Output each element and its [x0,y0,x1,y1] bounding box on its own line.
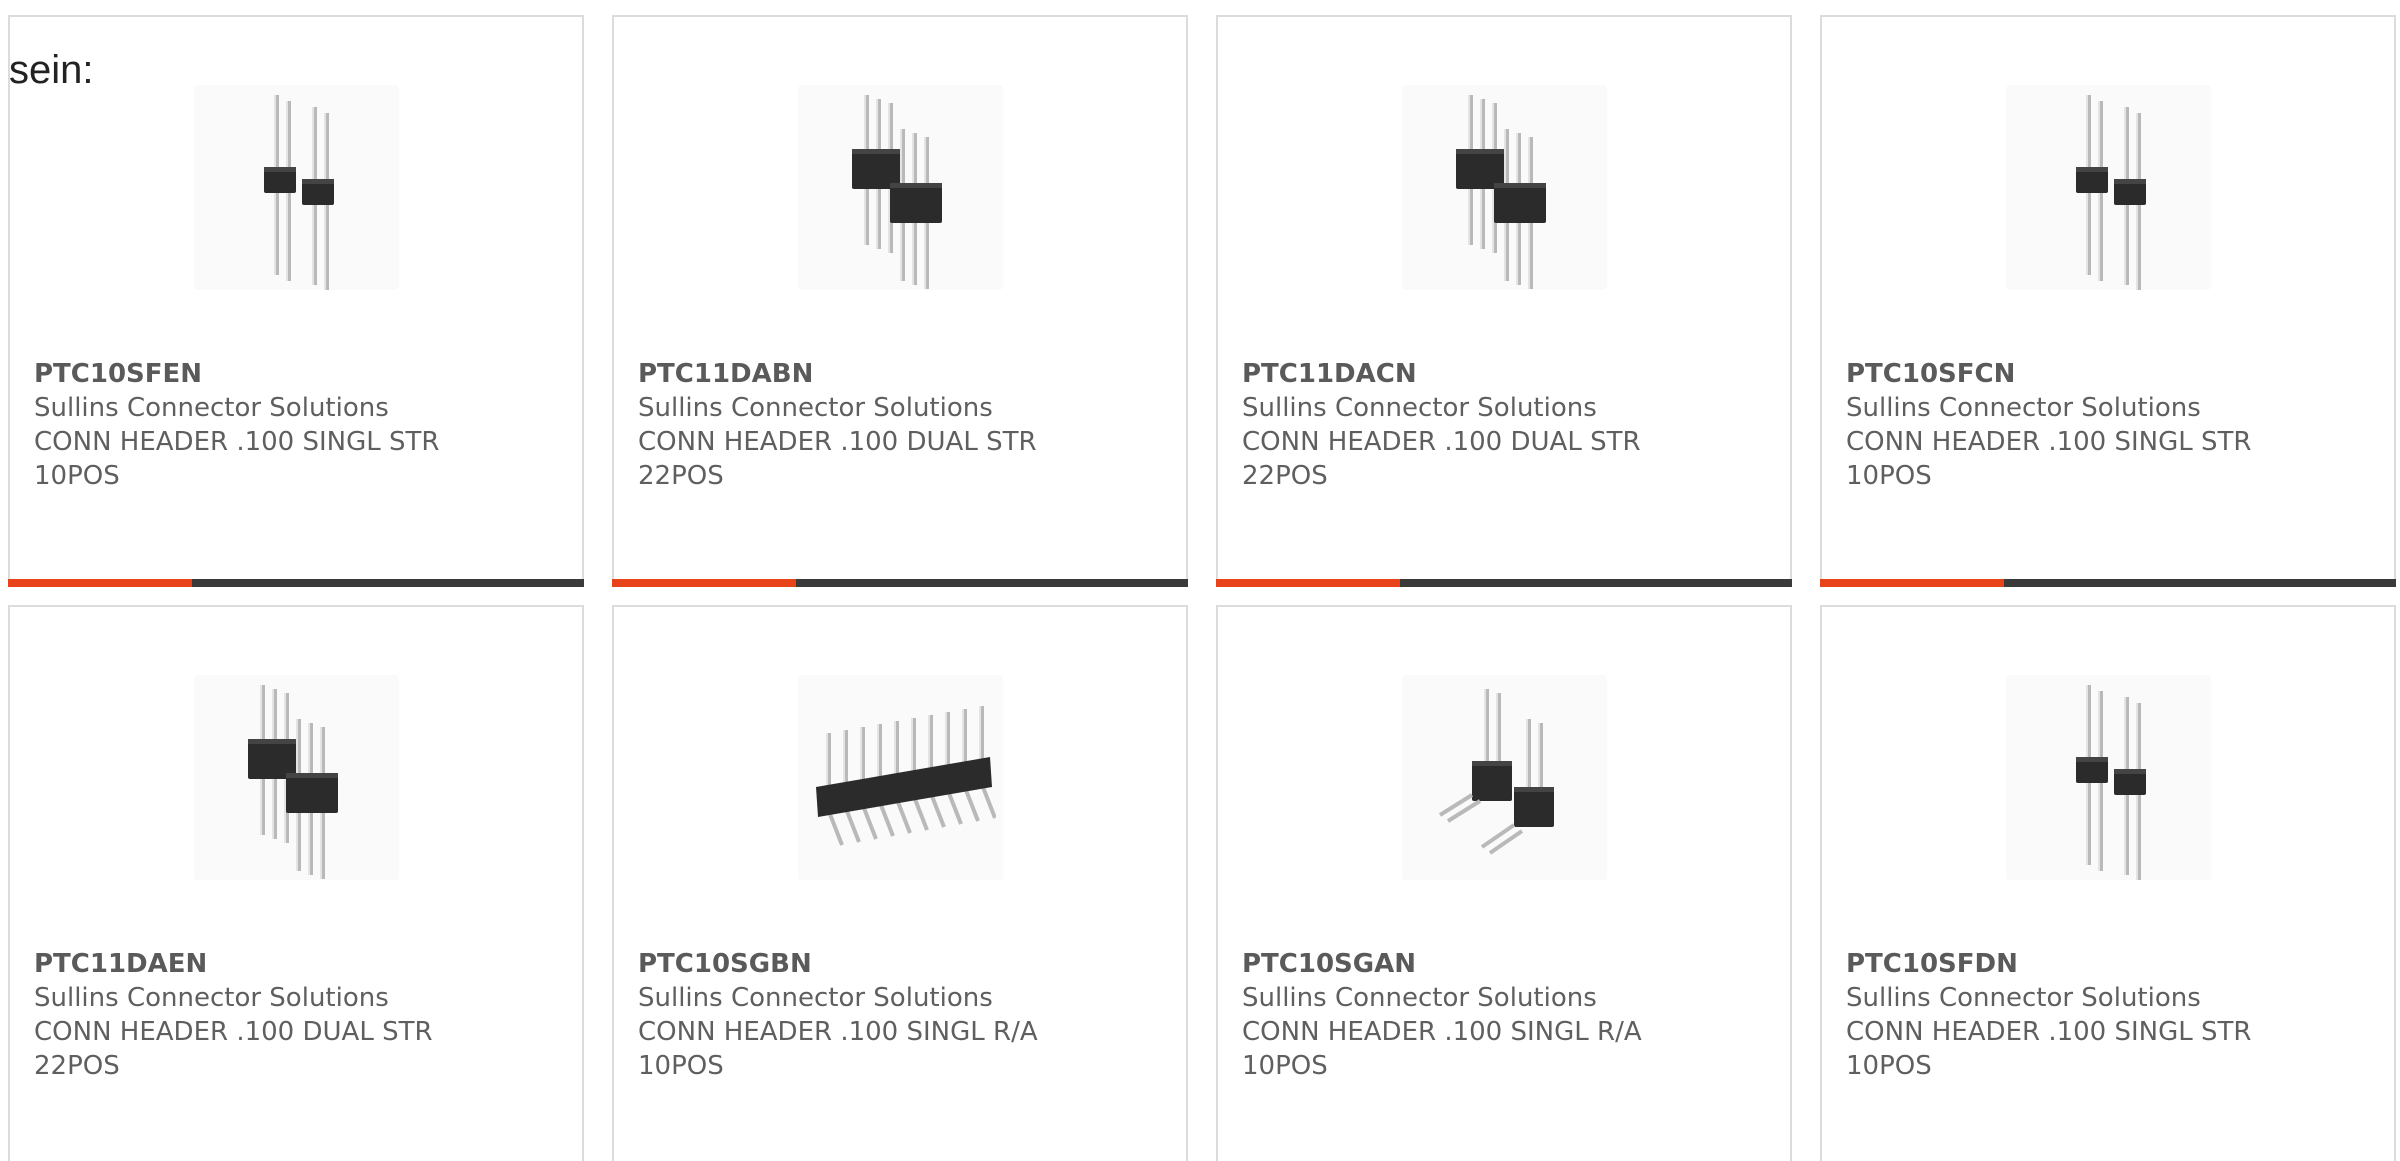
product-card[interactable]: PTC10SFCN Sullins Connector Solutions CO… [1820,15,2396,587]
product-description: CONN HEADER .100 SINGL STR [1846,1017,2252,1047]
part-number-link[interactable]: PTC10SGAN [1242,947,1774,981]
intro-text: sein: [9,48,94,92]
product-image [1455,95,1546,289]
right-angle-header-icon[interactable] [1402,675,1607,880]
product-image [851,95,942,289]
card-progress-bar [1820,579,2396,587]
single-row-header-icon[interactable] [194,85,399,290]
card-progress-fill [8,579,193,587]
product-card[interactable]: PTC10SFDN Sullins Connector Solutions CO… [1820,605,2396,1161]
part-number-link[interactable]: PTC11DABN [638,357,1170,391]
product-description: CONN HEADER .100 SINGL STR [1846,427,2252,457]
card-progress-bar [1216,579,1792,587]
manufacturer-name: Sullins Connector Solutions [638,393,993,423]
manufacturer-name: Sullins Connector Solutions [1846,393,2201,423]
manufacturer-name: Sullins Connector Solutions [1242,393,1597,423]
single-row-header-icon[interactable] [2006,675,2211,880]
dual-row-header-icon[interactable] [194,675,399,880]
product-description: CONN HEADER .100 DUAL STR [1242,427,1641,457]
card-progress-fill [1820,579,2005,587]
product-description: CONN HEADER .100 DUAL STR [34,1017,433,1047]
product-card[interactable]: PTC10SFEN Sullins Connector Solutions CO… [8,15,584,587]
product-positions: 22POS [638,461,724,491]
product-card[interactable]: PTC11DACN Sullins Connector Solutions CO… [1216,15,1792,587]
product-card[interactable]: PTC10SGAN Sullins Connector Solutions CO… [1216,605,1792,1161]
product-positions: 22POS [34,1051,120,1081]
product-image [1438,689,1554,855]
part-number-link[interactable]: PTC10SFCN [1846,357,2378,391]
dual-row-header-icon[interactable] [798,85,1003,290]
product-image [2075,95,2146,290]
product-card[interactable]: PTC11DABN Sullins Connector Solutions CO… [612,15,1188,587]
product-grid-page: sein: PTC10SFEN Sullins Connector Soluti… [0,0,2400,1161]
product-positions: 10POS [1242,1051,1328,1081]
dual-row-header-icon[interactable] [1402,85,1607,290]
manufacturer-name: Sullins Connector Solutions [34,393,389,423]
part-number-link[interactable]: PTC10SGBN [638,947,1170,981]
product-positions: 10POS [638,1051,724,1081]
product-description: CONN HEADER .100 SINGL R/A [638,1017,1038,1047]
manufacturer-name: Sullins Connector Solutions [638,983,993,1013]
product-image [815,706,996,846]
product-positions: 22POS [1242,461,1328,491]
card-progress-bar [8,579,584,587]
card-progress-fill [612,579,797,587]
product-image [263,95,334,290]
product-positions: 10POS [1846,1051,1932,1081]
single-row-header-icon[interactable] [2006,85,2211,290]
manufacturer-name: Sullins Connector Solutions [1846,983,2201,1013]
product-card[interactable]: PTC10SGBN Sullins Connector Solutions CO… [612,605,1188,1161]
part-number-link[interactable]: PTC10SFEN [34,357,566,391]
product-description: CONN HEADER .100 SINGL R/A [1242,1017,1642,1047]
product-positions: 10POS [34,461,120,491]
product-card[interactable]: PTC11DAEN Sullins Connector Solutions CO… [8,605,584,1161]
product-positions: 10POS [1846,461,1932,491]
right-angle-header-strip-icon[interactable] [798,675,1003,880]
product-description: CONN HEADER .100 SINGL STR [34,427,440,457]
part-number-link[interactable]: PTC11DACN [1242,357,1774,391]
product-description: CONN HEADER .100 DUAL STR [638,427,1037,457]
product-image [2075,685,2146,880]
product-image [247,685,338,879]
manufacturer-name: Sullins Connector Solutions [34,983,389,1013]
part-number-link[interactable]: PTC11DAEN [34,947,566,981]
card-progress-bar [612,579,1188,587]
card-progress-fill [1216,579,1401,587]
manufacturer-name: Sullins Connector Solutions [1242,983,1597,1013]
part-number-link[interactable]: PTC10SFDN [1846,947,2378,981]
